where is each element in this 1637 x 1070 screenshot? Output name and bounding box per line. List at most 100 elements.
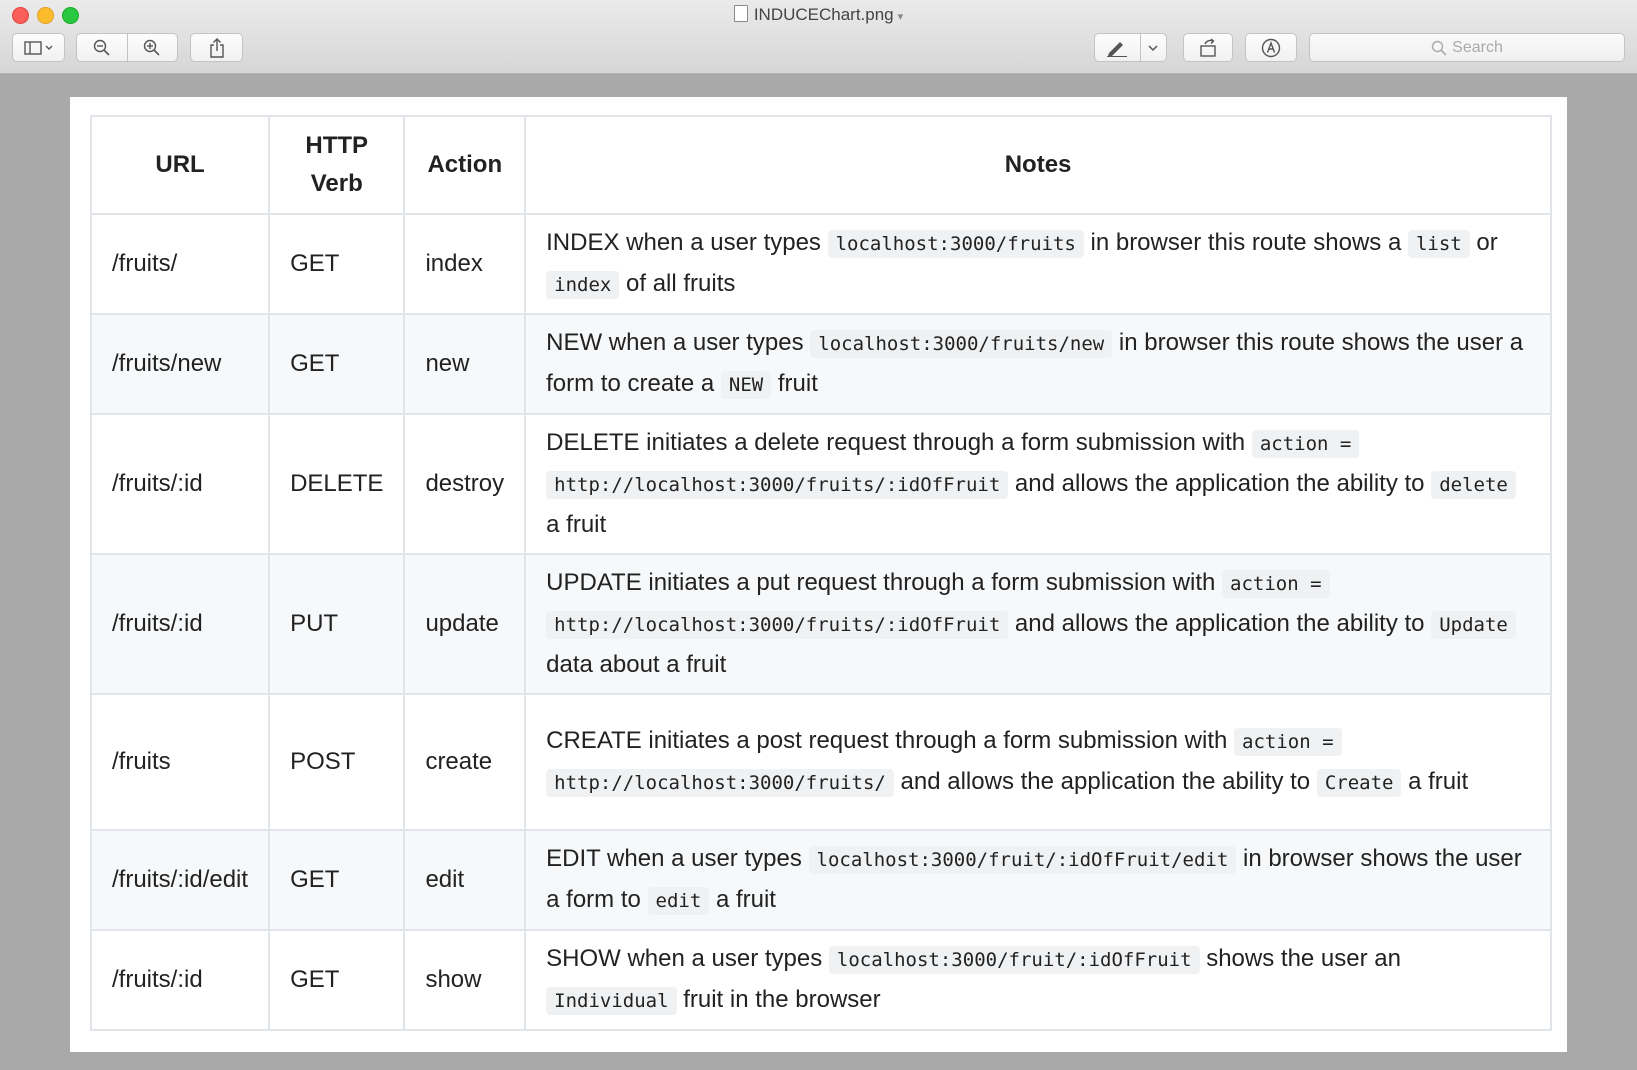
note-text: shows the user an <box>1199 945 1401 972</box>
note-code: localhost:3000/fruits <box>827 230 1084 258</box>
header-url: URL <box>89 115 271 215</box>
cell-verb: GET <box>268 213 406 315</box>
share-button[interactable] <box>190 33 243 62</box>
table-row: /fruits/ GET index INDEX when a user typ… <box>89 213 1552 315</box>
note-text: fruit in the browser <box>676 986 881 1013</box>
zoom-in-button[interactable] <box>128 39 178 57</box>
table-row: /fruits/:id GET show SHOW when a user ty… <box>89 929 1552 1031</box>
note-text: CREATE initiates a post request through … <box>546 727 1234 754</box>
window-title-text: INDUCEChart.png <box>753 5 894 24</box>
rotate-icon <box>1200 37 1216 57</box>
table-row: /fruits/new GET new NEW when a user type… <box>89 313 1552 415</box>
header-action: Action <box>403 115 527 215</box>
table-header-row: URL HTTP Verb Action Notes <box>89 115 1552 215</box>
note-text: SHOW when a user types <box>546 945 829 972</box>
note-code: action = <box>1234 728 1342 756</box>
note-code: Create <box>1316 769 1402 797</box>
markup-options-button[interactable] <box>1141 44 1166 52</box>
note-code: http://localhost:3000/fruits/:idOfFruit <box>546 471 1009 499</box>
note-text: a fruit <box>1401 768 1469 795</box>
cell-notes: NEW when a user types localhost:3000/fru… <box>524 313 1552 415</box>
sidebar-toggle-button[interactable] <box>12 33 65 62</box>
search-placeholder: Search <box>1452 38 1503 56</box>
zoom-in-icon <box>144 39 160 56</box>
note-code: Update <box>1431 611 1516 639</box>
zoom-out-icon <box>93 39 110 56</box>
note-code: localhost:3000/fruit/:idOfFruit/edit <box>808 846 1237 874</box>
cell-notes: SHOW when a user types localhost:3000/fr… <box>524 929 1552 1031</box>
note-text: data about a fruit <box>546 651 727 678</box>
window-title[interactable]: INDUCEChart.png ▾ <box>0 5 1637 25</box>
share-icon <box>209 37 224 58</box>
cell-notes: UPDATE initiates a put request through a… <box>524 553 1552 695</box>
cell-action: index <box>403 213 527 315</box>
cell-action: new <box>403 313 527 415</box>
note-text: in browser this route shows a <box>1083 229 1408 256</box>
note-code: edit <box>647 887 710 915</box>
cell-url: /fruits/:id/edit <box>89 829 271 931</box>
cell-url: /fruits/new <box>89 313 271 415</box>
note-text: NEW when a user types <box>546 329 811 356</box>
pen-icon <box>1107 41 1128 57</box>
chevron-down-icon <box>1148 44 1158 51</box>
cell-url: /fruits/:id <box>89 553 271 695</box>
note-code: http://localhost:3000/fruits/:idOfFruit <box>546 611 1009 639</box>
preview-window: INDUCEChart.png ▾ Search URL HTTP Verb A… <box>0 0 1637 1070</box>
cell-verb: POST <box>268 693 406 831</box>
table-row: /fruits/:id/edit GET edit EDIT when a us… <box>89 829 1552 931</box>
image-canvas: URL HTTP Verb Action Notes /fruits/ GET i… <box>70 97 1567 1052</box>
header-http-verb-line2: Verb <box>310 170 363 197</box>
rotate-button[interactable] <box>1183 33 1233 62</box>
chevron-down-icon: ▾ <box>897 11 904 23</box>
header-http-verb-line1: HTTP <box>305 132 369 159</box>
cell-verb: GET <box>268 829 406 931</box>
note-code: NEW <box>720 371 772 399</box>
table-row: /fruits/:id PUT update UPDATE initiates … <box>89 553 1552 695</box>
cell-url: /fruits <box>89 693 271 831</box>
induces-table: URL HTTP Verb Action Notes /fruits/ GET i… <box>89 115 1552 1031</box>
note-text: fruit <box>771 370 818 397</box>
note-code: index <box>546 271 620 299</box>
note-text: UPDATE initiates a put request through a… <box>546 569 1222 596</box>
toolbar: INDUCEChart.png ▾ Search <box>0 0 1637 74</box>
note-code: action = <box>1222 570 1330 598</box>
note-code: localhost:3000/fruit/:idOfFruit <box>828 946 1200 974</box>
note-text: DELETE initiates a delete request throug… <box>546 429 1252 456</box>
zoom-controls <box>76 33 178 62</box>
note-code: action = <box>1251 430 1360 458</box>
search-icon <box>1431 40 1447 56</box>
cell-action: update <box>403 553 527 695</box>
note-text: a fruit <box>546 511 607 538</box>
cell-action: edit <box>403 829 527 931</box>
note-code: http://localhost:3000/fruits/ <box>546 769 894 797</box>
markup-pen-button[interactable] <box>1095 39 1140 57</box>
sidebar-icon <box>23 40 52 55</box>
cell-verb: GET <box>268 313 406 415</box>
cell-notes: INDEX when a user types localhost:3000/f… <box>524 213 1552 315</box>
document-icon <box>733 5 748 22</box>
note-code: delete <box>1431 471 1516 499</box>
table-row: /fruits POST create CREATE initiates a p… <box>89 693 1552 831</box>
header-notes: Notes <box>524 115 1552 215</box>
note-text: a fruit <box>709 886 776 913</box>
table-row: /fruits/:id DELETE destroy DELETE initia… <box>89 413 1552 555</box>
cell-url: /fruits/:id <box>89 413 271 555</box>
zoom-out-button[interactable] <box>77 39 127 57</box>
note-code: Individual <box>546 987 677 1015</box>
cell-verb: PUT <box>268 553 406 695</box>
note-text: of all fruits <box>619 270 736 297</box>
markup-toolbar-button[interactable] <box>1245 33 1297 62</box>
table-body: /fruits/ GET index INDEX when a user typ… <box>89 213 1552 1031</box>
cell-action: show <box>403 929 527 1031</box>
cell-notes: DELETE initiates a delete request throug… <box>524 413 1552 555</box>
note-code: localhost:3000/fruits/new <box>810 330 1113 358</box>
cell-verb: GET <box>268 929 406 1031</box>
search-field[interactable]: Search <box>1309 33 1625 62</box>
note-text: or <box>1469 229 1498 256</box>
note-code: list <box>1407 230 1470 258</box>
note-text: INDEX when a user types <box>546 229 828 256</box>
note-text: and allows the application the ability t… <box>1008 470 1432 497</box>
cell-url: /fruits/:id <box>89 929 271 1031</box>
cell-url: /fruits/ <box>89 213 271 315</box>
markup-controls <box>1094 33 1167 62</box>
